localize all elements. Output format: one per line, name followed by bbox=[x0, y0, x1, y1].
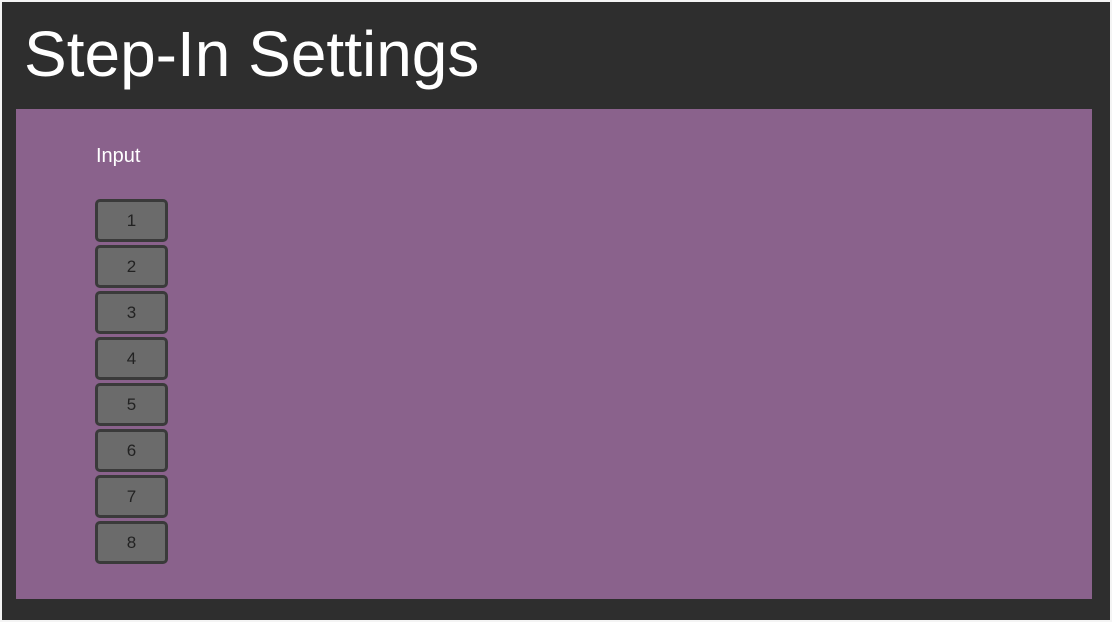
step-in-settings-window: Step-In Settings Input 1 2 3 4 5 6 7 8 bbox=[0, 0, 1112, 622]
page-title: Step-In Settings bbox=[24, 18, 480, 90]
input-label: Input bbox=[96, 145, 141, 167]
input-button-6[interactable]: 6 bbox=[95, 429, 168, 472]
input-button-8[interactable]: 8 bbox=[95, 521, 168, 564]
settings-panel: Input 1 2 3 4 5 6 7 8 bbox=[16, 109, 1092, 599]
input-button-list: 1 2 3 4 5 6 7 8 bbox=[95, 199, 168, 567]
input-button-4[interactable]: 4 bbox=[95, 337, 168, 380]
input-button-3[interactable]: 3 bbox=[95, 291, 168, 334]
input-button-5[interactable]: 5 bbox=[95, 383, 168, 426]
input-button-1[interactable]: 1 bbox=[95, 199, 168, 242]
input-button-2[interactable]: 2 bbox=[95, 245, 168, 288]
input-button-7[interactable]: 7 bbox=[95, 475, 168, 518]
